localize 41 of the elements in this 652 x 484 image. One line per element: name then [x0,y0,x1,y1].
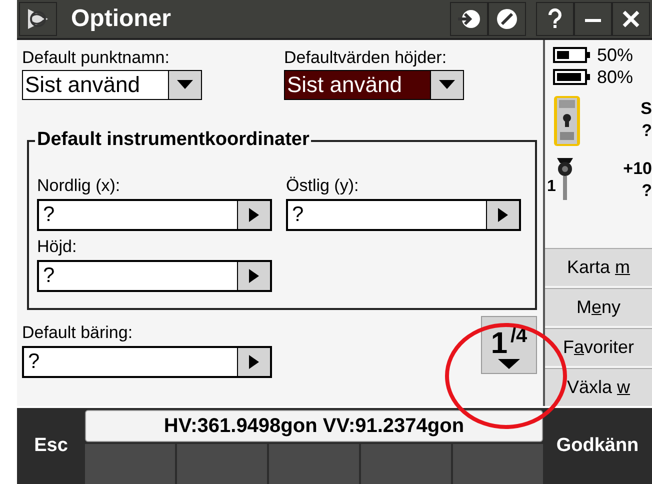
app-logo-icon[interactable] [19,2,57,36]
side-softkey[interactable]: Favoriter [545,328,652,366]
page-button[interactable]: 1$^{/4}$ [481,316,537,374]
down-arrow-icon [498,359,520,369]
minimize-icon[interactable] [574,2,612,36]
battery-icon [553,69,591,85]
battery-percent: 80% [597,66,634,88]
side-softkey[interactable]: Karta m [545,248,652,286]
field-label: Höjd: [37,237,78,257]
field-label: Default punktnamn: [22,48,170,68]
target-number: 1 [547,178,556,196]
play-arrow-icon[interactable] [249,269,259,283]
no-entry-icon[interactable] [488,2,526,36]
field-label: Default bäring: [22,323,134,343]
input-field[interactable]: ? [286,199,521,231]
play-arrow-icon[interactable] [498,208,508,222]
help-icon[interactable] [536,2,574,36]
field-label: Defaultvärden höjder: [284,48,448,68]
dropdown-arrow-icon [439,80,455,90]
status-text: ? [642,120,652,142]
close-icon[interactable] [612,2,650,36]
input-field[interactable]: ? [22,346,272,378]
side-softkey[interactable]: Meny [545,288,652,326]
play-arrow-icon[interactable] [249,208,259,222]
dropdown[interactable]: Sist använd [22,70,202,100]
angle-readout: HV:361.9498gon VV:91.2374gon [85,410,543,442]
field-label: Nordlig (x): [37,176,122,196]
total-station-icon [553,94,581,148]
window-title: Optioner [71,5,172,33]
play-arrow-icon[interactable] [249,355,259,369]
status-text: ? [642,180,652,202]
input-field[interactable]: ? [37,260,272,292]
side-softkey[interactable]: Växla w [545,368,652,406]
status-text: S [640,98,652,120]
field-label: Östlig (y): [286,176,360,196]
status-text: +10 [623,158,652,180]
dropdown-arrow-icon [177,80,193,90]
dropdown[interactable]: Sist använd [284,70,464,100]
battery-percent: 50% [597,44,634,66]
input-field[interactable]: ? [37,199,272,231]
battery-icon [553,47,591,63]
